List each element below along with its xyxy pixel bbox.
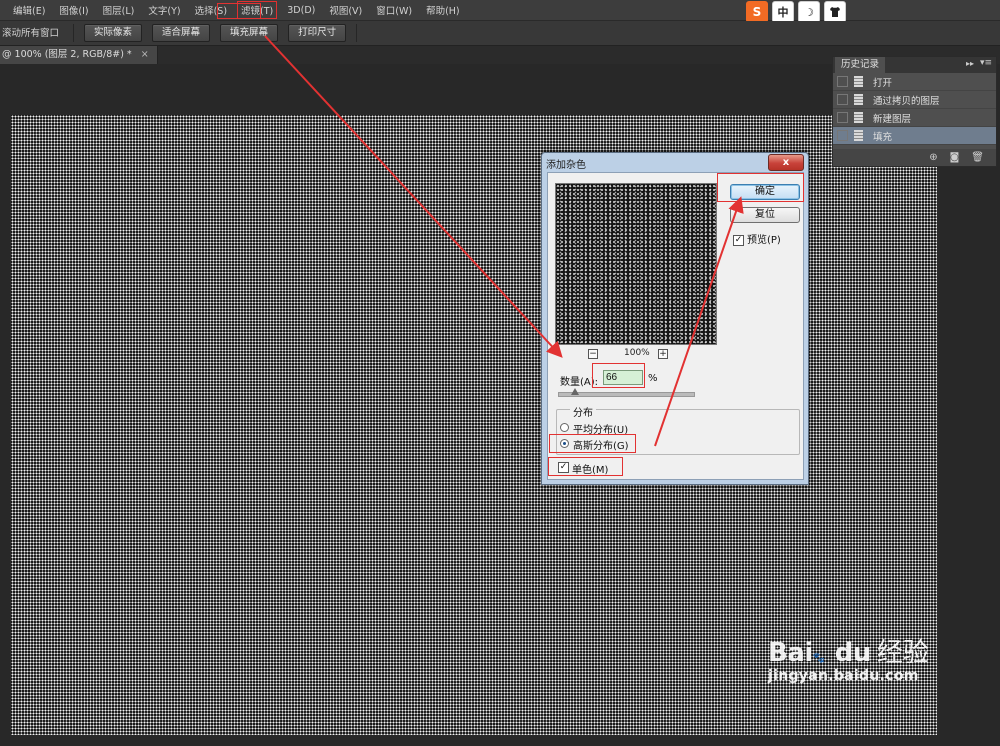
- menu-edit[interactable]: 编辑(E): [10, 2, 48, 18]
- menu-window[interactable]: 窗口(W): [373, 2, 415, 18]
- menu-view[interactable]: 视图(V): [326, 2, 365, 18]
- menu-help[interactable]: 帮助(H): [423, 2, 463, 18]
- menu-image[interactable]: 图像(I): [56, 2, 91, 18]
- ime-toolbar: S 中 ☽: [746, 1, 850, 23]
- history-source-checkbox[interactable]: [837, 94, 848, 105]
- trash-icon[interactable]: 🗑: [971, 152, 984, 163]
- preview-checkbox[interactable]: ✓: [733, 234, 744, 246]
- history-item-label: 新建图层: [873, 113, 912, 125]
- history-item-active[interactable]: 填充: [833, 127, 996, 145]
- preview-option[interactable]: ✓ 预览(P): [733, 231, 781, 246]
- options-divider: [73, 24, 75, 42]
- amount-unit: %: [648, 373, 658, 384]
- gaussian-radio[interactable]: [560, 439, 569, 448]
- document-tab-title: @ 100% (图层 2, RGB/8#) *: [2, 49, 132, 60]
- close-dialog-button[interactable]: x: [768, 154, 804, 171]
- document-icon: [854, 94, 863, 105]
- amount-slider-thumb[interactable]: [571, 388, 579, 395]
- amount-label: 数量(A):: [560, 377, 599, 388]
- menu-type[interactable]: 文字(Y): [145, 2, 183, 18]
- zoom-in-button[interactable]: +: [658, 349, 668, 359]
- menu-layer[interactable]: 图层(L): [100, 2, 138, 18]
- monochromatic-label: 单色(M): [572, 465, 609, 476]
- moon-icon[interactable]: ☽: [798, 1, 820, 23]
- menu-bar: 编辑(E) 图像(I) 图层(L) 文字(Y) 选择(S) 滤镜(T) 3D(D…: [0, 0, 1000, 21]
- baidu-jingyan-watermark: Bai🐾 du 经验 jingyan.baidu.com: [768, 632, 929, 684]
- menu-select[interactable]: 选择(S): [192, 2, 230, 18]
- history-panel-title[interactable]: 历史记录: [835, 57, 886, 73]
- reset-button[interactable]: 复位: [730, 207, 800, 223]
- history-item-label: 填充: [873, 131, 893, 143]
- dialog-title: 添加杂色: [546, 160, 586, 171]
- baidu-logo-text: Bai: [768, 638, 813, 668]
- gaussian-label: 高斯分布(G): [573, 441, 629, 452]
- close-tab-icon[interactable]: ×: [141, 49, 149, 60]
- monochromatic-checkbox[interactable]: ✓: [558, 462, 569, 473]
- document-tab[interactable]: @ 100% (图层 2, RGB/8#) * ×: [0, 46, 158, 64]
- history-item[interactable]: 通过拷贝的图层: [833, 91, 996, 109]
- document-icon: [854, 76, 863, 87]
- zoom-out-button[interactable]: −: [588, 349, 598, 359]
- panel-menu-icon[interactable]: ▾≡: [980, 58, 992, 68]
- history-item[interactable]: 新建图层: [833, 109, 996, 127]
- add-noise-dialog: 添加杂色 x − 100% + 确定 复位 ✓预览(P) 数量(A): % 分布…: [541, 152, 809, 485]
- watermark-url: jingyan.baidu.com: [768, 668, 919, 684]
- scroll-all-windows-checkbox[interactable]: 滚动所有窗口: [2, 28, 59, 38]
- amount-input[interactable]: [603, 370, 643, 385]
- fill-screen-button[interactable]: 填充屏幕: [220, 24, 279, 42]
- zoom-level: 100%: [624, 348, 650, 358]
- uniform-label: 平均分布(U): [573, 425, 629, 436]
- fit-screen-button[interactable]: 适合屏幕: [152, 24, 211, 42]
- history-source-checkbox[interactable]: [837, 112, 848, 123]
- baidu-logo-text-2: du: [834, 638, 872, 668]
- history-item-label: 打开: [873, 77, 893, 89]
- menu-3d[interactable]: 3D(D): [284, 4, 318, 17]
- preview-label: 预览(P): [747, 235, 781, 246]
- history-item-label: 通过拷贝的图层: [873, 95, 940, 107]
- baidu-paw-icon: 🐾: [812, 653, 826, 664]
- options-bar: 滚动所有窗口 实际像素 适合屏幕 填充屏幕 打印尺寸: [0, 21, 1000, 46]
- options-divider: [356, 24, 358, 42]
- actual-pixels-button[interactable]: 实际像素: [84, 24, 143, 42]
- history-panel-header: 历史记录 ▸▸ ▾≡: [833, 57, 996, 73]
- history-source-checkbox[interactable]: [837, 76, 848, 87]
- ime-chinese-mode[interactable]: 中: [772, 1, 794, 23]
- ok-button[interactable]: 确定: [730, 184, 800, 200]
- sogou-logo-icon[interactable]: S: [746, 1, 768, 23]
- noise-preview[interactable]: [555, 183, 717, 345]
- dialog-body: − 100% + 确定 复位 ✓预览(P) 数量(A): % 分布 平均分布(U…: [547, 172, 804, 480]
- history-source-checkbox[interactable]: [837, 130, 848, 141]
- new-snapshot-icon[interactable]: ⊕: [929, 152, 937, 163]
- camera-icon[interactable]: ◙: [950, 152, 960, 163]
- collapse-panel-icon[interactable]: ▸▸: [966, 59, 974, 68]
- history-panel-footer: ⊕ ◙ 🗑: [833, 149, 996, 166]
- distribution-label: 分布: [570, 404, 596, 419]
- skin-shirt-icon[interactable]: [824, 1, 846, 23]
- menu-filter[interactable]: 滤镜(T): [237, 1, 278, 19]
- history-item[interactable]: 打开: [833, 73, 996, 91]
- history-panel: 历史记录 ▸▸ ▾≡ 打开 通过拷贝的图层 新建图层 填充 ⊕ ◙ 🗑: [832, 56, 997, 167]
- document-icon: [854, 112, 863, 123]
- print-size-button[interactable]: 打印尺寸: [288, 24, 347, 42]
- document-icon: [854, 130, 863, 141]
- jingyan-text: 经验: [876, 638, 929, 668]
- uniform-radio[interactable]: [560, 423, 569, 432]
